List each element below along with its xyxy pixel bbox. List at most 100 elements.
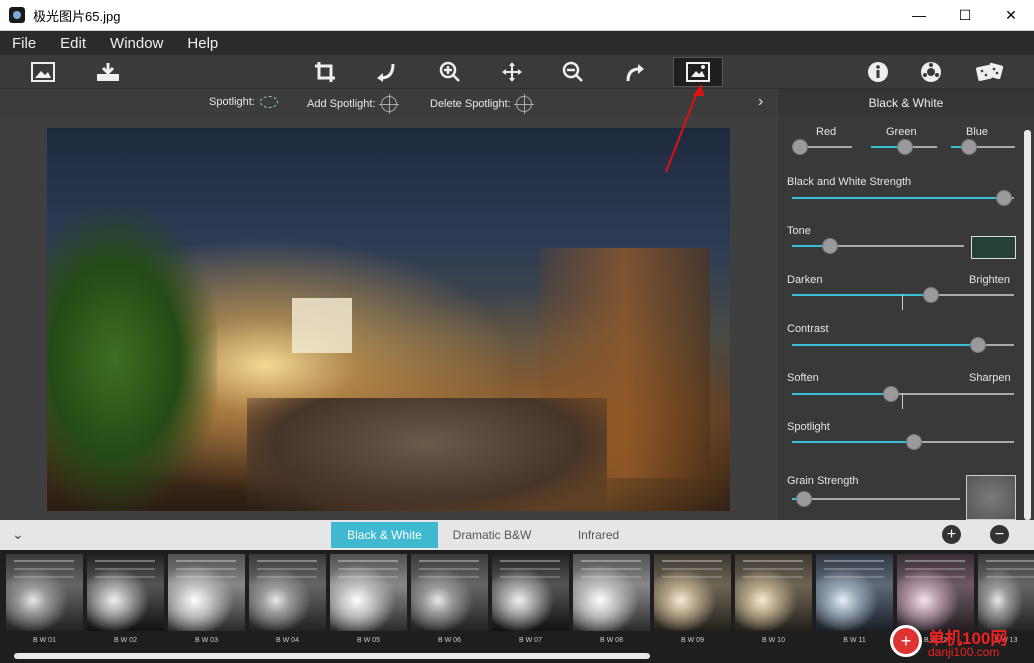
panel-title: Black & White xyxy=(778,89,1034,116)
green-label: Green xyxy=(886,126,917,138)
brighten-label: Brighten xyxy=(969,274,1010,286)
preset-thumb[interactable] xyxy=(168,554,245,631)
info-icon[interactable] xyxy=(863,58,893,86)
photo-window xyxy=(292,298,352,353)
red-label: Red xyxy=(816,126,837,138)
preset-thumb[interactable] xyxy=(87,554,164,631)
image-open-icon[interactable] xyxy=(28,58,58,86)
contrast-label: Contrast xyxy=(787,323,829,335)
delete-spotlight-text: Delete Spotlight: xyxy=(430,97,511,110)
preset-label: B W 06 xyxy=(438,637,461,644)
tone-label: Tone xyxy=(787,225,811,237)
preset-thumb[interactable] xyxy=(411,554,488,631)
preset-thumb[interactable] xyxy=(654,554,731,631)
menu-edit[interactable]: Edit xyxy=(48,35,98,52)
blue-label: Blue xyxy=(966,126,989,138)
blue-slider[interactable] xyxy=(951,139,1015,155)
panel-scrollbar[interactable] xyxy=(1024,130,1031,520)
panel-toggle-chevron-icon[interactable]: › xyxy=(758,93,763,111)
delete-spotlight-label: Delete Spotlight: xyxy=(430,94,534,114)
minimize-button[interactable]: — xyxy=(896,0,942,31)
soften-label: Soften xyxy=(787,372,819,384)
sharpen-label: Sharpen xyxy=(969,372,1011,384)
preset-label: B W 01 xyxy=(33,637,56,644)
zoom-out-icon[interactable] xyxy=(558,58,588,86)
grain-strength-label: Grain Strength xyxy=(787,475,859,487)
preset-label: B W 04 xyxy=(276,637,299,644)
preset-thumb[interactable] xyxy=(978,554,1034,631)
preset-filmstrip: B W 01 B W 02 B W 03 B W 04 B W 05 B W 0… xyxy=(0,550,1034,663)
annotation-arrow xyxy=(665,84,704,173)
zoom-in-icon[interactable] xyxy=(435,58,465,86)
download-icon[interactable] xyxy=(93,58,123,86)
chevron-down-icon[interactable]: ⌄ xyxy=(12,526,24,543)
darken-brighten-slider[interactable] xyxy=(792,287,1014,303)
window-title: 极光图片65.jpg xyxy=(33,8,121,24)
photo-plants xyxy=(47,208,217,511)
darken-center-mark xyxy=(902,294,903,310)
spotlight-setting-label: Spotlight xyxy=(787,421,830,433)
move-icon[interactable] xyxy=(497,58,527,86)
preset-thumb[interactable] xyxy=(492,554,569,631)
preset-thumb[interactable] xyxy=(330,554,407,631)
preset-label: B W 07 xyxy=(519,637,542,644)
rotate-right-icon[interactable] xyxy=(620,58,650,86)
site-watermark: + 单机100网 danji100.com xyxy=(888,623,1034,663)
photo-rug xyxy=(247,398,607,511)
delete-spotlight-crosshair-icon[interactable] xyxy=(513,94,534,114)
soften-sharpen-slider[interactable] xyxy=(792,386,1014,402)
add-spotlight-label: Add Spotlight: xyxy=(307,94,399,114)
preset-thumb[interactable] xyxy=(897,554,974,631)
spotlight-slider[interactable] xyxy=(792,434,1014,450)
app-icon xyxy=(9,7,25,23)
menu-bar: File Edit Window Help xyxy=(0,31,1034,55)
menu-help[interactable]: Help xyxy=(175,35,230,52)
preset-label: B W 02 xyxy=(114,637,137,644)
tab-black-white[interactable]: Black & White xyxy=(331,522,438,548)
title-bar: 极光图片65.jpg — ☐ ✕ xyxy=(0,0,1034,31)
menu-file[interactable]: File xyxy=(0,35,48,52)
dice-icon[interactable] xyxy=(975,58,1005,86)
red-slider[interactable] xyxy=(792,139,852,155)
spotlight-label: Spotlight: xyxy=(209,96,278,109)
preset-thumb[interactable] xyxy=(573,554,650,631)
preset-label: B W 09 xyxy=(681,637,704,644)
grain-texture-swatch[interactable] xyxy=(966,475,1016,520)
spotlight-text: Spotlight: xyxy=(209,96,255,108)
menu-window[interactable]: Window xyxy=(98,35,175,52)
darken-label: Darken xyxy=(787,274,823,286)
preset-tabs-bar: ⌄ Black & White Dramatic B&W Infrared + … xyxy=(0,520,1034,550)
preset-label: B W 11 xyxy=(843,637,866,644)
add-spotlight-crosshair-icon[interactable] xyxy=(378,94,399,114)
preset-thumb[interactable] xyxy=(249,554,326,631)
preset-label: B W 03 xyxy=(195,637,218,644)
tab-infrared[interactable]: Infrared xyxy=(546,522,651,548)
add-preset-button[interactable]: + xyxy=(942,525,961,544)
tab-dramatic-bw[interactable]: Dramatic B&W xyxy=(438,522,546,548)
preset-thumb[interactable] xyxy=(735,554,812,631)
preset-thumb[interactable] xyxy=(816,554,893,631)
green-slider[interactable] xyxy=(871,139,937,155)
remove-preset-button[interactable]: − xyxy=(990,525,1009,544)
bw-strength-slider[interactable] xyxy=(792,190,1014,206)
preset-label: B W 08 xyxy=(600,637,623,644)
toolbar xyxy=(0,55,1034,89)
maximize-button[interactable]: ☐ xyxy=(942,0,988,31)
tone-slider[interactable] xyxy=(792,238,964,254)
soften-center-mark xyxy=(902,393,903,409)
grain-strength-slider[interactable] xyxy=(792,491,960,507)
settings-icon[interactable] xyxy=(916,58,946,86)
contrast-slider[interactable] xyxy=(792,337,1014,353)
preset-thumb[interactable] xyxy=(6,554,83,631)
photo-preview[interactable] xyxy=(47,128,730,511)
preset-label: B W 05 xyxy=(357,637,380,644)
filmstrip-scrollbar[interactable] xyxy=(14,653,650,659)
close-button[interactable]: ✕ xyxy=(988,0,1034,31)
tone-color-swatch[interactable] xyxy=(971,236,1016,259)
add-spotlight-text: Add Spotlight: xyxy=(307,97,376,110)
watermark-logo-icon: + xyxy=(890,625,922,657)
crop-icon[interactable] xyxy=(310,58,340,86)
rotate-left-icon[interactable] xyxy=(371,58,401,86)
watermark-url: danji100.com xyxy=(928,645,1000,659)
spotlight-ellipse-icon[interactable] xyxy=(259,96,278,109)
